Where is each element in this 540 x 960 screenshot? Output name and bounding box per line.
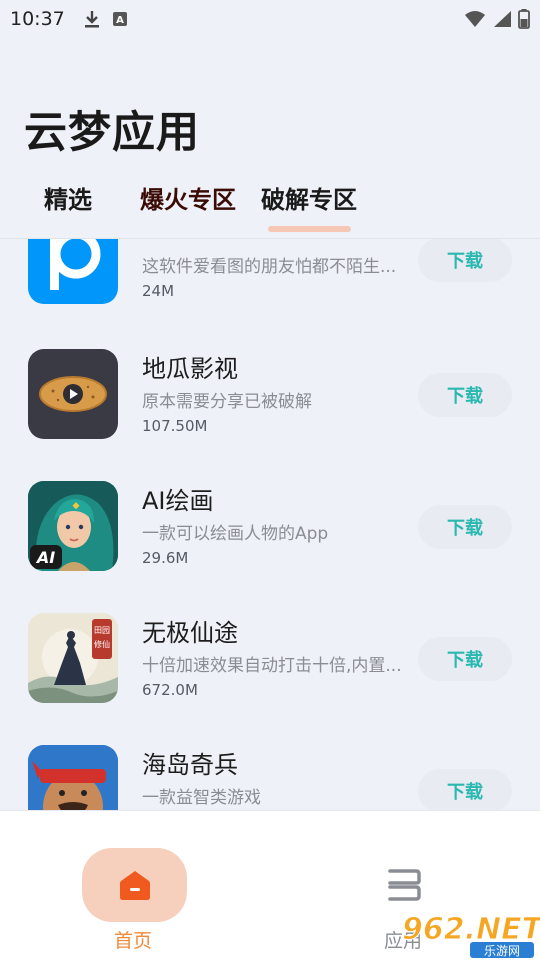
download-button[interactable]: 下载: [418, 505, 512, 549]
app-description: 原本需要分享已被破解: [142, 392, 312, 412]
tab-cracked[interactable]: 破解专区: [261, 180, 357, 215]
wuji-xiantu-icon: 田园 修仙: [28, 613, 118, 703]
tab-indicator: [268, 226, 351, 232]
svg-text:田园: 田园: [94, 626, 110, 635]
app-size: 29.6M: [142, 549, 189, 567]
svg-text:AI: AI: [35, 548, 55, 567]
962-watermark-logo: 962.NET 乐游网: [402, 912, 540, 958]
app-size: 672.0M: [142, 681, 198, 699]
app-description: 十倍加速效果自动打击十倍,内置...: [142, 656, 402, 676]
list-item[interactable]: pixiv 这软件爱看图的朋友怕都不陌生... 24M 下载: [0, 239, 540, 346]
category-tabs: 精选 爆火专区 破解专区: [0, 180, 540, 230]
tab-hot[interactable]: 爆火专区: [140, 180, 236, 215]
app-description: 这软件爱看图的朋友怕都不陌生...: [142, 257, 397, 277]
signal-icon: [494, 11, 511, 27]
app-size: 107.50M: [142, 417, 208, 435]
home-icon: [119, 871, 150, 900]
download-button[interactable]: 下载: [418, 637, 512, 681]
app-list[interactable]: pixiv 这软件爱看图的朋友怕都不陌生... 24M 下载 地瓜影视 原本需要…: [0, 239, 540, 811]
download-button[interactable]: 下载: [418, 373, 512, 417]
boom-beach-icon: [28, 745, 118, 811]
apps-stack-icon[interactable]: [386, 867, 422, 903]
wifi-icon: [465, 11, 485, 27]
svg-text:修仙: 修仙: [94, 639, 110, 649]
nav-home-button[interactable]: [82, 848, 187, 922]
tab-featured[interactable]: 精选: [44, 180, 92, 215]
sweet-potato-play-icon: [28, 349, 118, 439]
status-bar: 10:37 A: [0, 0, 540, 38]
pixiv-icon: [28, 239, 118, 304]
app-description: 一款可以绘画人物的App: [142, 524, 329, 544]
app-name: AI绘画: [142, 487, 214, 515]
app-description: 一款益智类游戏: [142, 788, 261, 808]
app-title: 云梦应用: [24, 108, 200, 158]
list-item[interactable]: 海岛奇兵 一款益智类游戏 下载: [0, 745, 540, 811]
battery-icon: [518, 9, 530, 29]
nav-home-label[interactable]: 首页: [114, 926, 152, 953]
app-name: 海岛奇兵: [142, 751, 238, 779]
watermark-text: 962.NET: [402, 912, 540, 947]
app-name: 无极仙途: [142, 619, 238, 647]
download-button[interactable]: 下载: [418, 769, 512, 811]
a-box-icon: A: [110, 9, 130, 29]
status-time: 10:37: [10, 8, 65, 30]
app-name: 地瓜影视: [142, 355, 238, 383]
watermark-subtext: 乐游网: [484, 944, 520, 958]
status-icons: [464, 9, 530, 29]
list-item[interactable]: 地瓜影视 原本需要分享已被破解 107.50M 下载: [0, 349, 540, 481]
list-item[interactable]: 田园 修仙 无极仙途 十倍加速效果自动打击十倍,内置... 672.0M 下载: [0, 613, 540, 745]
ai-painting-icon: AI: [28, 481, 118, 571]
svg-text:A: A: [116, 15, 124, 26]
download-icon: [82, 9, 102, 29]
download-button[interactable]: 下载: [418, 239, 512, 282]
app-size: 24M: [142, 282, 175, 300]
list-item[interactable]: AI AI绘画 一款可以绘画人物的App 29.6M 下载: [0, 481, 540, 613]
